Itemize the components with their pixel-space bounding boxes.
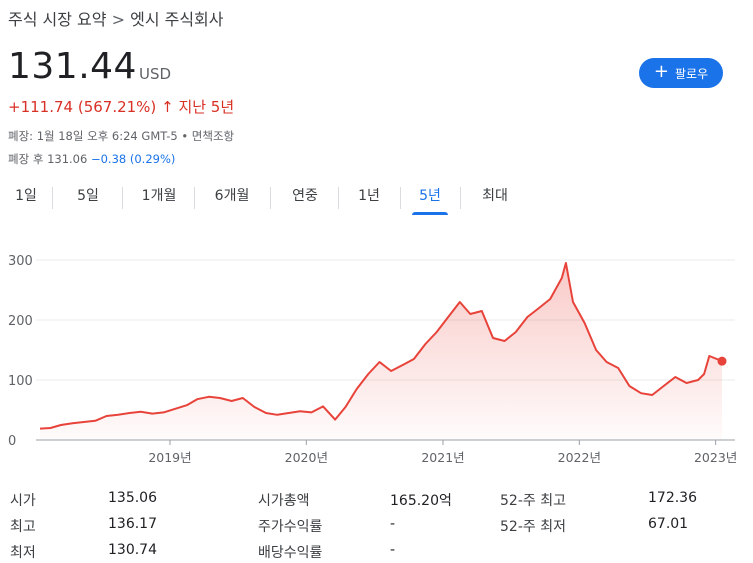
bullet-separator: • [181,129,189,143]
stat-52w-low-label: 52-주 최저 [500,519,566,535]
x-tick-label: 2022년 [558,450,601,465]
stat-52w-high-label: 52-주 최고 [500,493,566,509]
tab-divider [122,187,123,209]
stat-dividend-value: - [390,542,396,558]
breadcrumb-root[interactable]: 주식 시장 요약 [8,10,107,29]
tab-divider [270,187,271,209]
price-chart[interactable]: 300 200 100 0 2019년 2020년 2021년 2022년 2023년 [0,240,753,468]
stat-dividend-label: 배당수익률 [258,545,323,561]
x-tick-label: 2021년 [421,450,464,465]
tab-divider [194,187,195,209]
close-time: 폐장: 1월 18일 오후 6:24 GMT-5 [8,129,178,143]
stat-high-label: 최고 [10,519,36,535]
y-tick-label: 200 [8,314,33,329]
tab-1m[interactable]: 1개월 [128,182,190,212]
series-area [40,263,722,440]
arrow-up-icon: ↑ [161,98,174,116]
stat-pe-value: - [390,516,396,532]
tab-1y[interactable]: 1년 [344,182,394,212]
after-hours-price: 131.06 [47,152,88,166]
change-period: 지난 5년 [178,98,235,116]
currency-label: USD [139,65,172,83]
tab-divider [338,187,339,209]
follow-button-label: 팔로우 [674,66,709,81]
tab-1d[interactable]: 1일 [0,182,52,212]
stat-open-value: 135.06 [108,490,157,506]
stat-low-label: 최저 [10,545,36,561]
stat-open-label: 시가 [10,493,36,509]
stat-52w-high-value: 172.36 [648,490,697,506]
tab-divider [400,187,401,209]
stat-52w-low-value: 67.01 [648,516,689,532]
change-percent: (567.21%) [77,98,157,116]
stat-high-value: 136.17 [108,516,157,532]
change-value: +111.74 [8,98,74,116]
stock-price: 131.44 [8,46,137,87]
follow-button[interactable]: + 팔로우 [639,58,723,88]
close-time-info: 폐장: 1월 18일 오후 6:24 GMT-5 • 면책조항 [8,128,234,144]
tab-ytd[interactable]: 연중 [276,182,334,212]
stat-marketcap-value: 165.20억 [390,493,452,509]
y-tick-label: 0 [8,434,16,449]
price-change: +111.74 (567.21%) ↑ 지난 5년 [8,96,234,117]
after-hours-info: 폐장 후 131.06 −0.38 (0.29%) [8,151,175,167]
disclaimer-link[interactable]: 면책조항 [192,129,234,143]
x-tick-label: 2023년 [694,450,737,465]
y-tick-label: 100 [8,374,33,389]
tab-divider [52,187,53,209]
breadcrumb-separator: > [111,10,125,29]
stat-pe-label: 주가수익률 [258,519,323,535]
tab-max[interactable]: 최대 [466,182,524,212]
plus-icon: + [653,61,669,82]
stat-marketcap-label: 시가총액 [258,493,310,509]
stat-low-value: 130.74 [108,542,157,558]
after-hours-change: −0.38 (0.29%) [90,152,176,166]
tab-5d[interactable]: 5일 [60,182,116,212]
y-tick-label: 300 [8,254,33,269]
tab-divider [460,187,461,209]
current-price-dot [717,356,727,366]
breadcrumb-company: 엣시 주식회사 [130,10,224,29]
breadcrumb: 주식 시장 요약 > 엣시 주식회사 [8,6,224,30]
x-tick-label: 2019년 [148,450,191,465]
after-hours-label: 폐장 후 [8,152,44,166]
tab-6m[interactable]: 6개월 [200,182,264,212]
tab-5y[interactable]: 5년 [408,182,452,215]
x-tick-label: 2020년 [285,450,328,465]
